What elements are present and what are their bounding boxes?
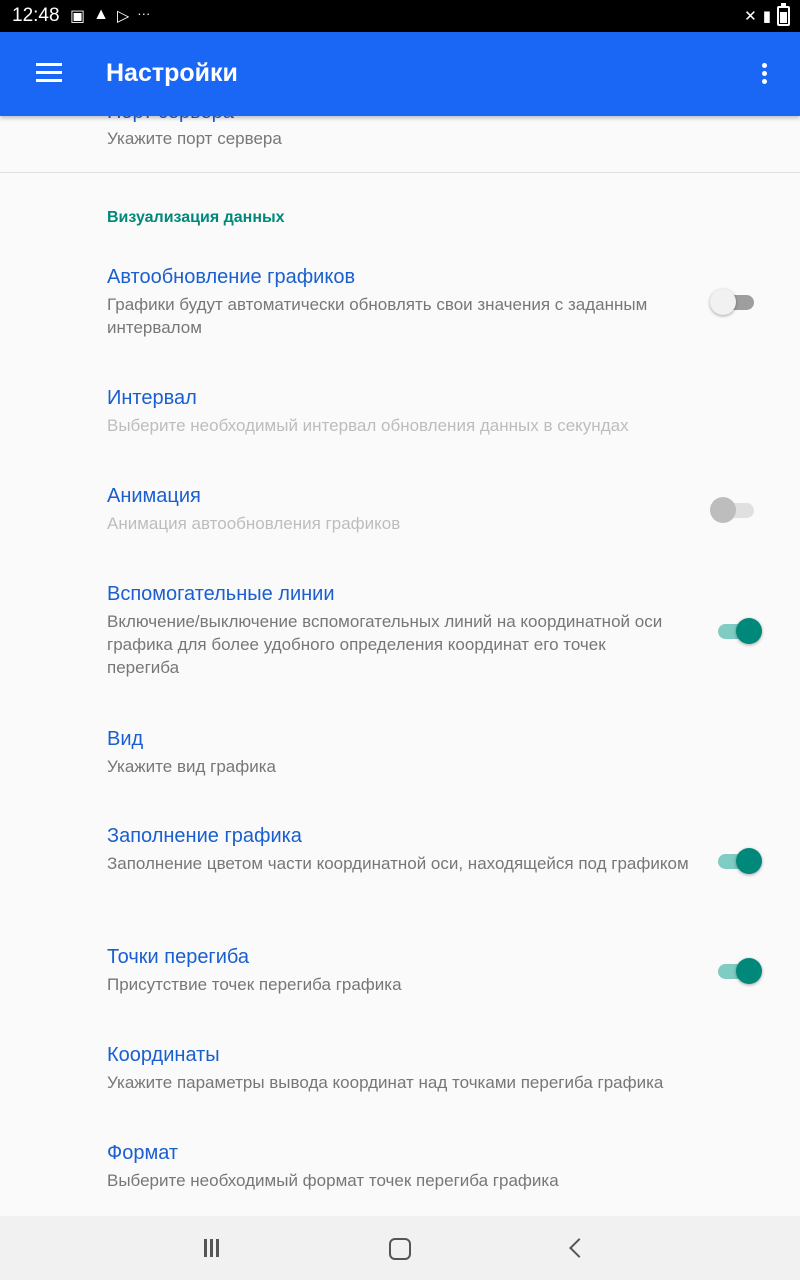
switch-thumb	[736, 848, 762, 874]
pref-title: Координаты	[107, 1044, 220, 1066]
pref-title: Анимация	[107, 485, 201, 507]
pref-interval[interactable]: Интервал Выберите необходимый интервал о…	[107, 387, 767, 437]
pref-summary: Включение/выключение вспомогательных лин…	[107, 612, 663, 677]
pref-chart-fill[interactable]: Заполнение графика Заполнение цветом час…	[107, 825, 707, 875]
pref-coordinates[interactable]: Координаты Укажите параметры вывода коор…	[107, 1044, 767, 1094]
pref-title: Вид	[107, 728, 144, 750]
page-title: Настройки	[106, 59, 238, 87]
pref-helper-lines[interactable]: Вспомогательные линии Включение/выключен…	[107, 583, 707, 679]
pref-title: Интервал	[107, 387, 197, 409]
helper-lines-switch[interactable]	[710, 617, 762, 645]
pref-summary: Укажите параметры вывода координат над т…	[107, 1073, 664, 1092]
pref-summary: Присутствие точек перегиба графика	[107, 975, 402, 994]
menu-icon[interactable]	[30, 58, 70, 92]
status-bar: 12:48 ▣ ▲ ▷ ··· ✕ ▮	[0, 0, 800, 32]
pref-title: Автообновление графиков	[107, 266, 356, 288]
pref-summary: Анимация автообновления графиков	[107, 514, 401, 533]
pref-summary-server-port: Укажите порт сервера	[107, 129, 282, 148]
app-bar: Настройки	[0, 32, 800, 116]
recent-apps-icon[interactable]	[204, 1234, 244, 1264]
pref-title: Точки перегиба	[107, 946, 250, 968]
mute-icon: ✕	[744, 8, 757, 25]
switch-thumb	[710, 289, 736, 315]
switch-thumb	[736, 958, 762, 984]
warning-icon: ▲	[93, 6, 109, 23]
pref-title: Заполнение графика	[107, 825, 302, 847]
battery-icon	[777, 3, 790, 26]
inflection-points-switch[interactable]	[710, 957, 762, 985]
pref-summary: Графики будут автоматически обновлять св…	[107, 295, 648, 337]
status-time: 12:48	[12, 5, 60, 26]
status-left-icons: ▣ ▲ ▷ ···	[70, 6, 150, 26]
switch-thumb	[736, 618, 762, 644]
home-icon[interactable]	[380, 1234, 420, 1264]
play-store-icon: ▷	[116, 8, 130, 25]
pref-summary: Выберите необходимый интервал обновления…	[107, 416, 629, 435]
signal-icon: ▮	[762, 8, 771, 25]
settings-list: Порт сервера Укажите порт сервера Визуал…	[0, 0, 800, 1280]
pref-title: Формат	[107, 1142, 179, 1164]
category-data-visualization: Визуализация данных	[107, 209, 285, 226]
pref-animation[interactable]: Анимация Анимация автообновления графико…	[107, 485, 707, 535]
pref-auto-update[interactable]: Автообновление графиков Графики будут ав…	[107, 266, 707, 339]
back-icon[interactable]	[556, 1234, 596, 1264]
pref-inflection-points[interactable]: Точки перегиба Присутствие точек перегиб…	[107, 946, 707, 996]
navigation-bar	[0, 1216, 800, 1280]
more-dots-icon: ···	[137, 6, 151, 21]
auto-update-switch[interactable]	[710, 288, 760, 316]
pref-summary: Выберите необходимый формат точек переги…	[107, 1171, 559, 1190]
animation-switch[interactable]	[710, 496, 760, 524]
pref-summary: Укажите вид графика	[107, 757, 276, 776]
pref-title: Вспомогательные линии	[107, 583, 335, 605]
divider	[0, 172, 800, 173]
overflow-menu-icon[interactable]	[754, 60, 774, 92]
switch-thumb	[710, 497, 736, 523]
pref-view[interactable]: Вид Укажите вид графика	[107, 728, 707, 778]
chart-fill-switch[interactable]	[710, 847, 762, 875]
image-icon: ▣	[70, 8, 86, 25]
pref-summary: Заполнение цветом части координатной оси…	[107, 854, 689, 873]
pref-format[interactable]: Формат Выберите необходимый формат точек…	[107, 1142, 767, 1192]
status-right-icons: ✕ ▮	[744, 3, 790, 26]
